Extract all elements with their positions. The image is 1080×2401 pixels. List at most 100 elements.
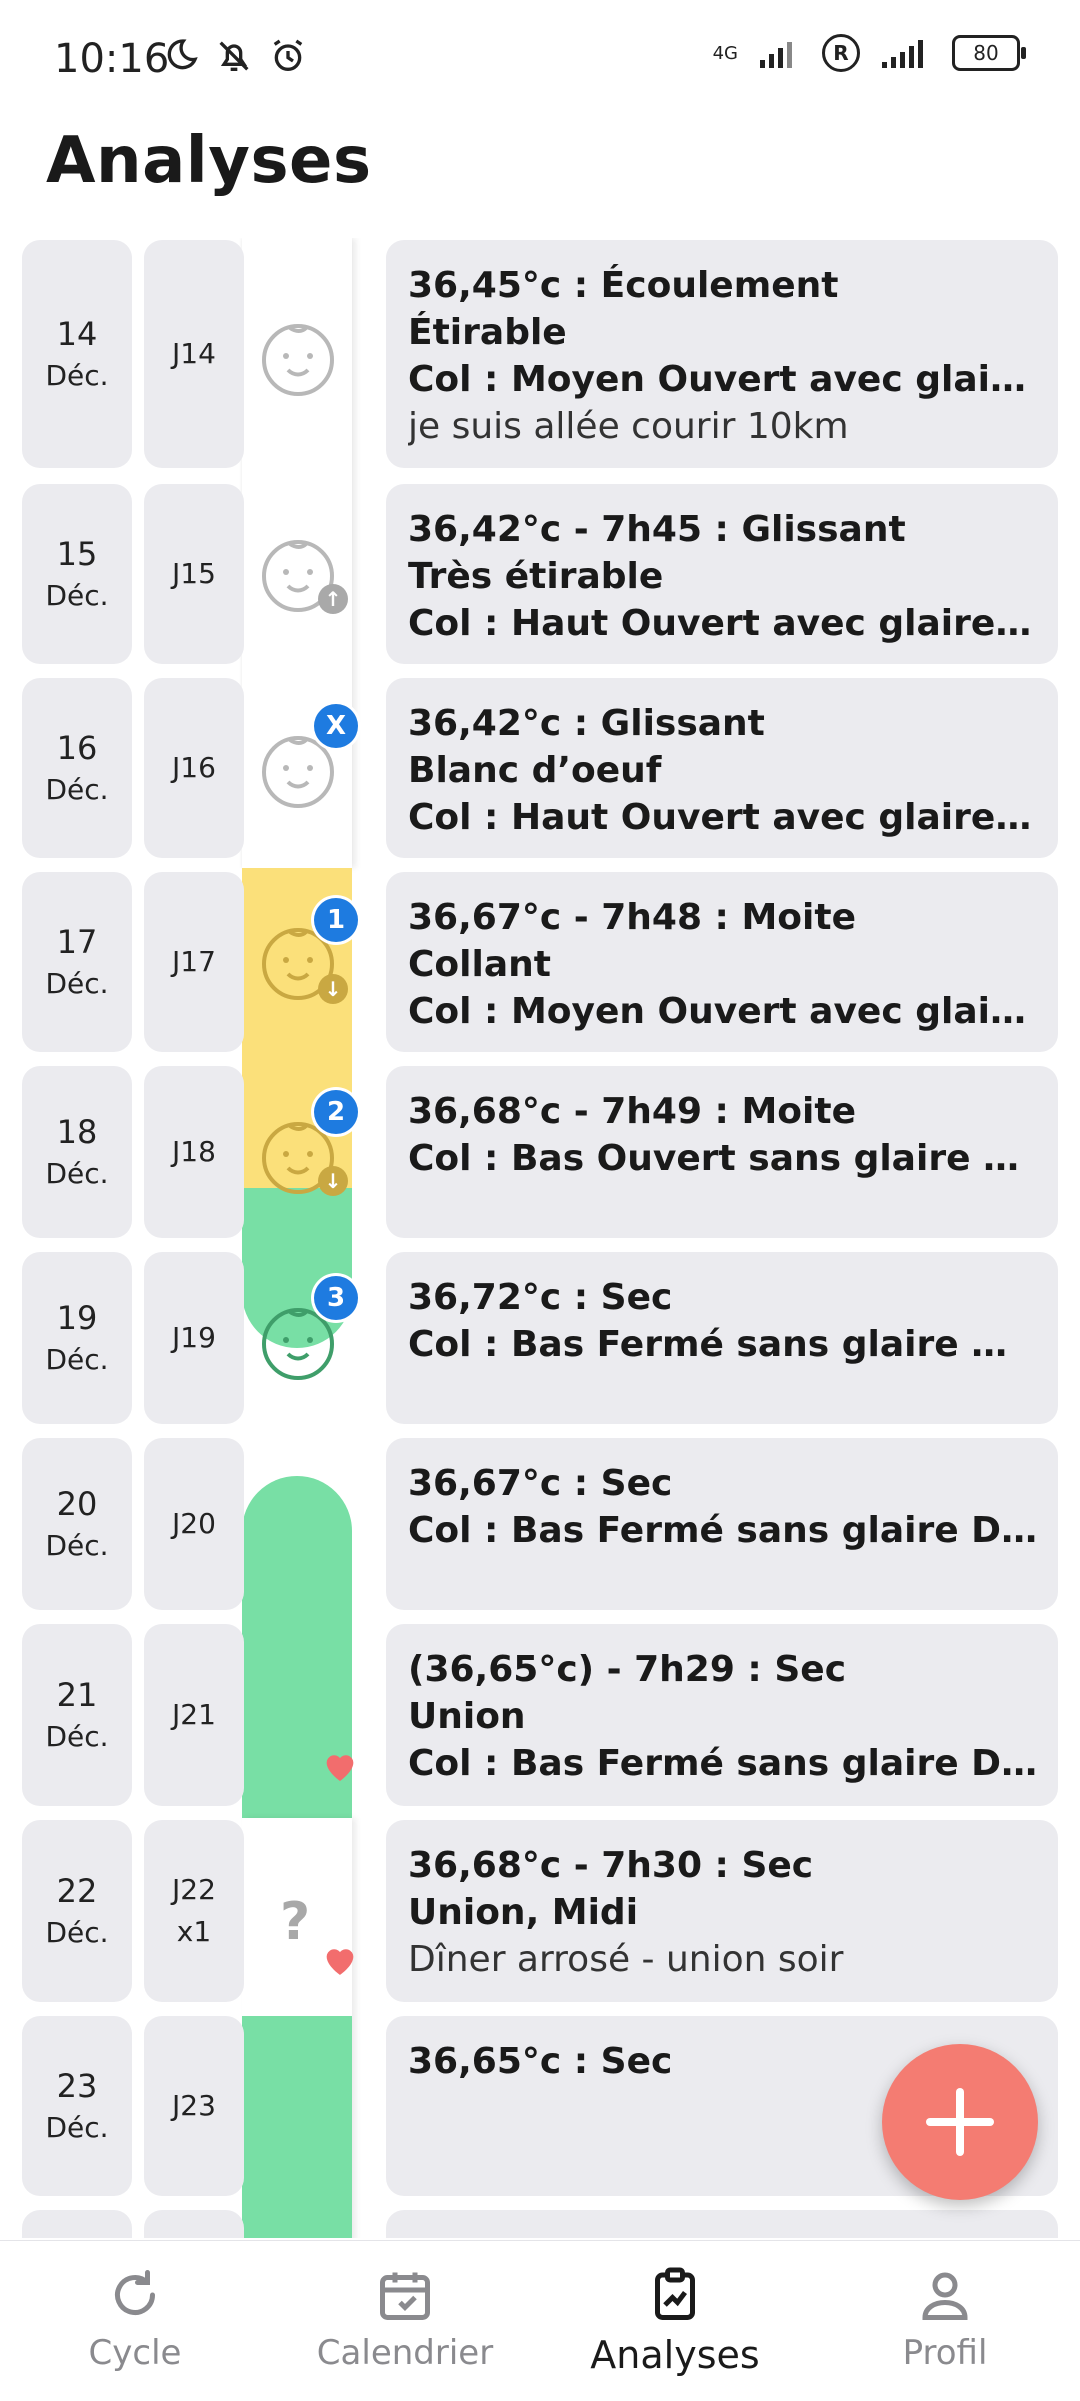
cycle-day-cell bbox=[144, 2210, 244, 2238]
date-cell: 17 Déc. bbox=[22, 872, 132, 1052]
cycle-day-cell: J20 bbox=[144, 1438, 244, 1610]
bottom-navigation: Cycle Calendrier Analyses Profil bbox=[0, 2240, 1080, 2401]
cycle-day: J19 bbox=[172, 1321, 216, 1354]
refresh-cycle-icon bbox=[115, 2270, 155, 2315]
info-line: Col : Haut Ouvert avec glaire Mou bbox=[408, 797, 1038, 838]
info-cell[interactable]: (36,65°c) - 7h29 : Sec Union Col : Bas F… bbox=[386, 1624, 1058, 1806]
nav-calendar-label: Calendrier bbox=[316, 2333, 494, 2373]
info-cell[interactable] bbox=[386, 2210, 1058, 2238]
date-cell: 20 Déc. bbox=[22, 1438, 132, 1610]
roaming-icon: R bbox=[822, 34, 860, 72]
info-line: 36,67°c : Sec bbox=[408, 1463, 673, 1504]
info-note: je suis allée courir 10km bbox=[408, 406, 849, 447]
info-line: (36,65°c) - 7h29 : Sec bbox=[408, 1649, 847, 1690]
nav-profile-label: Profil bbox=[902, 2333, 988, 2373]
baby-face-icon bbox=[262, 324, 334, 396]
date-cell: 18 Déc. bbox=[22, 1066, 132, 1238]
cycle-day-cell: J17 bbox=[144, 872, 244, 1052]
date-month: Déc. bbox=[45, 967, 109, 1000]
nav-cycle-label: Cycle bbox=[88, 2333, 182, 2373]
moon-icon bbox=[167, 39, 198, 70]
info-line: Col : Haut Ouvert avec glaire Mou bbox=[408, 603, 1038, 644]
mute-notification-icon bbox=[219, 41, 249, 71]
date-month: Déc. bbox=[45, 579, 109, 612]
nav-analyses-label: Analyses bbox=[590, 2333, 760, 2377]
cycle-day: J20 bbox=[172, 1507, 216, 1540]
alarm-icon bbox=[273, 39, 303, 71]
info-line: 36,42°c - 7h45 : Glissant bbox=[408, 509, 906, 550]
info-cell[interactable]: 36,68°c - 7h49 : Moite Col : Bas Ouvert … bbox=[386, 1066, 1058, 1238]
calendar-icon bbox=[380, 2272, 430, 2320]
date-cell: 14 Déc. bbox=[22, 240, 132, 468]
date-day: 17 bbox=[56, 923, 98, 961]
info-line: Étirable bbox=[408, 312, 567, 353]
info-line: 36,45°c : Écoulement bbox=[408, 265, 839, 306]
unknown-status-icon: ? bbox=[280, 1892, 311, 1952]
info-note: Dîner arrosé - union soir bbox=[408, 1939, 844, 1980]
heart-icon bbox=[326, 1755, 354, 1781]
date-cell: 15 Déc. bbox=[22, 484, 132, 664]
date-cell: 22 Déc. bbox=[22, 1820, 132, 2002]
info-line: 36,67°c - 7h48 : Moite bbox=[408, 897, 856, 938]
date-cell: 21 Déc. bbox=[22, 1624, 132, 1806]
date-cell: 19 Déc. bbox=[22, 1252, 132, 1424]
info-line: Union, Midi bbox=[408, 1892, 639, 1933]
cycle-day: J23 bbox=[172, 2089, 216, 2122]
info-cell[interactable]: 36,67°c : Sec Col : Bas Fermé sans glair… bbox=[386, 1438, 1058, 1610]
nav-calendar[interactable]: Calendrier bbox=[270, 2241, 540, 2401]
date-month: Déc. bbox=[45, 2111, 109, 2144]
date-month: Déc. bbox=[45, 773, 109, 806]
cycle-day-cell: J21 bbox=[144, 1624, 244, 1806]
date-day: 22 bbox=[56, 1872, 98, 1910]
date-cell bbox=[22, 2210, 132, 2238]
info-line: Col : Moyen Ouvert avec glaire … bbox=[408, 359, 1038, 400]
cycle-day-cell: J18 bbox=[144, 1066, 244, 1238]
date-cell: 23 Déc. bbox=[22, 2016, 132, 2196]
info-line: 36,68°c - 7h30 : Sec bbox=[408, 1845, 814, 1886]
info-cell[interactable]: 36,68°c - 7h30 : Sec Union, Midi Dîner a… bbox=[386, 1820, 1058, 2002]
user-profile-icon bbox=[922, 2272, 968, 2320]
arrow-down-icon: ↓ bbox=[318, 1166, 348, 1196]
date-day: 20 bbox=[56, 1485, 98, 1523]
cycle-day-extra: x1 bbox=[176, 1915, 212, 1948]
date-month: Déc. bbox=[45, 1720, 109, 1753]
info-line: Col : Moyen Ouvert avec glaire … bbox=[408, 991, 1038, 1032]
cycle-day-cell: J16 bbox=[144, 678, 244, 858]
date-day: 16 bbox=[56, 729, 98, 767]
signal-icon-2 bbox=[882, 40, 923, 68]
battery-icon: 80 bbox=[952, 35, 1026, 71]
battery-level: 80 bbox=[973, 41, 999, 65]
status-time: 10:16 bbox=[54, 36, 170, 82]
add-entry-button[interactable] bbox=[882, 2044, 1038, 2200]
analysis-list[interactable]: 14 Déc. J14 36,45°c : Écoulement Étirabl… bbox=[0, 238, 1080, 2238]
date-day: 14 bbox=[56, 315, 98, 353]
cycle-day: J16 bbox=[172, 751, 216, 784]
status-column-green bbox=[242, 2016, 352, 2238]
info-cell[interactable]: 36,67°c - 7h48 : Moite Collant Col : Moy… bbox=[386, 872, 1058, 1052]
date-day: 21 bbox=[56, 1676, 98, 1714]
page-title: Analyses bbox=[46, 124, 372, 198]
nav-profile[interactable]: Profil bbox=[810, 2241, 1080, 2401]
info-line: Col : Bas Fermé sans glaire Dur bbox=[408, 1510, 1038, 1551]
cycle-day: J17 bbox=[172, 945, 216, 978]
status-badge: 2 bbox=[314, 1090, 358, 1134]
date-month: Déc. bbox=[45, 1343, 109, 1376]
date-day: 18 bbox=[56, 1113, 98, 1151]
nav-cycle[interactable]: Cycle bbox=[0, 2241, 270, 2401]
info-cell[interactable]: 36,42°c - 7h45 : Glissant Très étirable … bbox=[386, 484, 1058, 664]
cycle-day: J21 bbox=[172, 1698, 216, 1731]
cycle-day-cell: J14 bbox=[144, 240, 244, 468]
info-cell[interactable]: 36,42°c : Glissant Blanc d’oeuf Col : Ha… bbox=[386, 678, 1058, 858]
nav-analyses[interactable]: Analyses bbox=[540, 2241, 810, 2401]
date-month: Déc. bbox=[45, 1157, 109, 1190]
network-type: 4G bbox=[712, 42, 738, 64]
date-day: 19 bbox=[56, 1299, 98, 1337]
heart-icon bbox=[326, 1949, 354, 1975]
info-line: Blanc d’oeuf bbox=[408, 750, 662, 791]
status-badge: 1 bbox=[314, 898, 358, 942]
info-cell[interactable]: 36,45°c : Écoulement Étirable Col : Moye… bbox=[386, 240, 1058, 468]
date-cell: 16 Déc. bbox=[22, 678, 132, 858]
info-line: 36,72°c : Sec bbox=[408, 1277, 673, 1318]
info-cell[interactable]: 36,72°c : Sec Col : Bas Fermé sans glair… bbox=[386, 1252, 1058, 1424]
cycle-day-cell: J22 x1 bbox=[144, 1820, 244, 2002]
